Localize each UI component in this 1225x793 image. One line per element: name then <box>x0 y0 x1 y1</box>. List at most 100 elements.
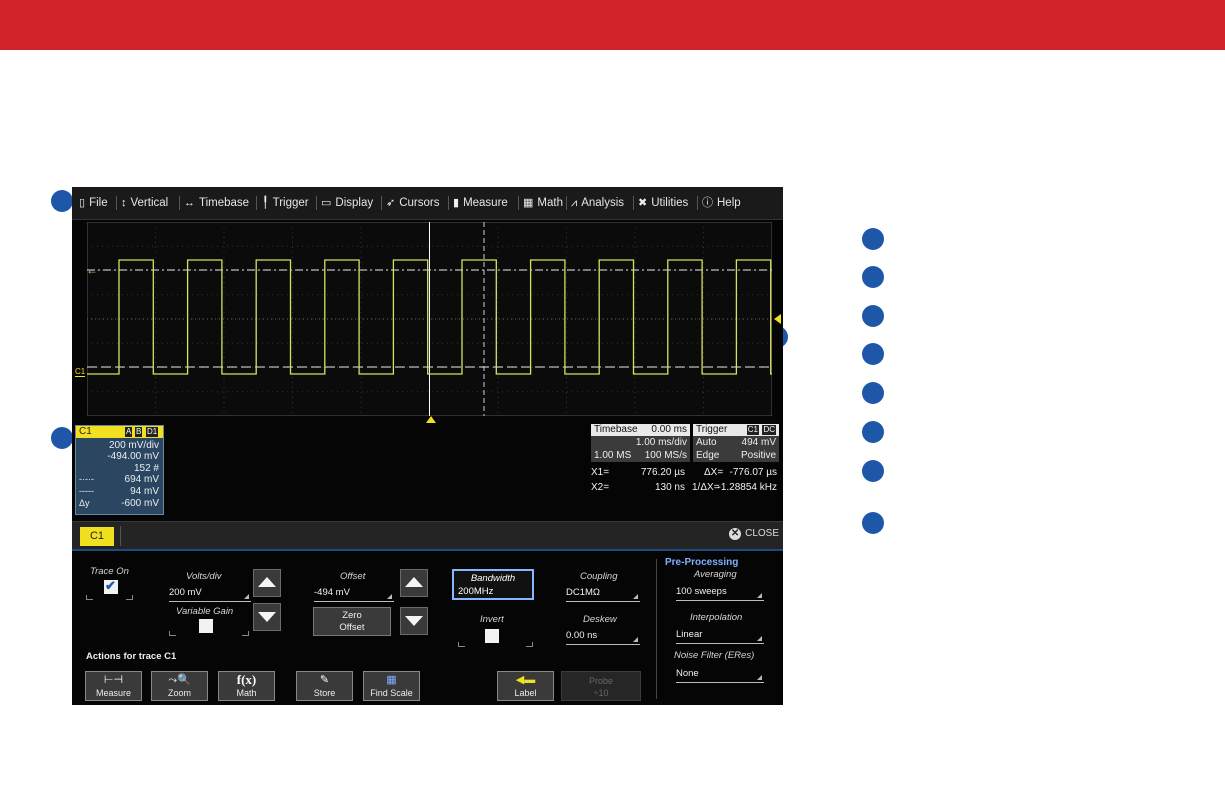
zoom-action-button[interactable]: ⤳🔍 Zoom <box>151 671 208 701</box>
sweeps-readout: 152 # <box>133 463 159 474</box>
noise-filter-field[interactable]: None <box>676 667 764 683</box>
menu-measure[interactable]: ▮ Measure <box>453 187 508 219</box>
store-action-button[interactable]: ✎ Store <box>296 671 353 701</box>
trigger-mode: Auto <box>696 437 717 448</box>
trigger-title: Trigger <box>696 424 728 435</box>
channel-descriptor-box[interactable]: C1 A B D1 200 mV/div -494.00 mV 152 # -·… <box>75 425 164 515</box>
arrow-down-icon <box>405 616 423 626</box>
timebase-samples: 1.00 MS <box>594 450 632 461</box>
delta-label: Δy <box>79 498 90 508</box>
oscilloscope-screen: ▯ File ↕ Vertical ↔ Timebase ╿ Trigger ▭ Disp… <box>72 187 783 705</box>
tools-icon: ✖ <box>638 197 648 209</box>
close-button[interactable]: ✕ CLOSE <box>729 528 779 540</box>
menu-file[interactable]: ▯ File <box>79 187 108 219</box>
math-action-button[interactable]: f(x) Math <box>218 671 275 701</box>
averaging-field[interactable]: 100 sweeps <box>676 585 764 601</box>
averaging-label: Averaging <box>694 569 737 580</box>
menu-timebase[interactable]: ↔ Timebase <box>184 187 249 219</box>
arrow-down-icon <box>258 612 276 622</box>
menu-display[interactable]: ▭ Display <box>321 187 373 219</box>
timebase-descriptor[interactable]: Timebase 0.00 ms 1.00 ms/div 1.00 MS 100… <box>591 424 690 464</box>
cursor-readout-row-2: X2= 130 ns 1/ΔX= -1.28854 kHz <box>591 481 779 495</box>
menu-utilities[interactable]: ✖ Utilities <box>638 187 688 219</box>
chart-icon: ⩘ <box>571 197 578 209</box>
label-button[interactable]: ◀▬ Label <box>497 671 554 701</box>
zero-offset-button[interactable]: Zero Offset <box>313 607 391 636</box>
bandwidth-label: Bandwidth <box>470 573 516 584</box>
coupling-field[interactable]: DC1MΩ <box>566 586 640 602</box>
channel-name: C1 <box>79 426 92 437</box>
menu-trigger[interactable]: ╿ Trigger <box>262 187 309 219</box>
header-banner <box>0 0 1225 50</box>
offset-up-button[interactable] <box>400 569 428 597</box>
actions-title: Actions for trace C1 <box>86 651 177 662</box>
trace-on-label: Trace On <box>90 566 129 577</box>
timebase-time-div: 1.00 ms/div <box>591 436 690 449</box>
inverse-dx-label: 1/ΔX= <box>692 482 720 493</box>
badge-b: B <box>135 427 143 437</box>
coupling-label: Coupling <box>580 571 618 582</box>
inverse-dx-value: -1.28854 kHz <box>717 482 777 493</box>
cursor1-readout: 694 mV <box>124 474 159 485</box>
info-icon: ⓘ <box>702 197 713 209</box>
volts-div-label: Volts/div <box>186 571 222 582</box>
bandwidth-field[interactable]: Bandwidth 200MHz <box>452 569 534 600</box>
trigger-flag-icon: ╿ <box>262 197 269 209</box>
legend-marker <box>862 382 884 404</box>
trigger-descriptor[interactable]: Trigger C1 DC Auto 494 mV Edge Positive <box>693 424 779 464</box>
x2-label: X2= <box>591 482 610 493</box>
dx-label: ΔX= <box>704 467 724 478</box>
trigger-level-marker <box>774 314 781 324</box>
menu-cursors[interactable]: ➶ Cursors <box>386 187 439 219</box>
invert-checkbox[interactable] <box>485 629 499 643</box>
menu-math[interactable]: ▦ Math <box>523 187 563 219</box>
tab-divider <box>120 526 121 546</box>
legend-marker <box>862 343 884 365</box>
volts-div-field[interactable]: 200 mV <box>169 586 251 602</box>
callout-marker <box>51 427 73 449</box>
tab-c1[interactable]: C1 <box>80 527 114 546</box>
cursor1-line-sample: -·-·- <box>79 474 94 484</box>
menu-analysis[interactable]: ⩘ Analysis <box>571 187 624 219</box>
noise-filter-label: Noise Filter (ERes) <box>674 650 755 661</box>
timebase-title: Timebase <box>594 424 638 435</box>
offset-field[interactable]: -494 mV <box>314 586 394 602</box>
channel-setup-panel: Trace On ✔ Volts/div 200 mV Variable Gai… <box>72 549 783 705</box>
legend-marker <box>862 460 884 482</box>
offset-label: Offset <box>340 571 366 582</box>
legend-marker <box>862 305 884 327</box>
checkmark-icon: ✔ <box>105 578 116 593</box>
interpolation-label: Interpolation <box>690 612 743 623</box>
offset-down-button[interactable] <box>400 607 428 635</box>
volts-div-down-button[interactable] <box>253 603 281 631</box>
trigger-time-marker <box>426 416 436 423</box>
calculator-icon: ▦ <box>523 197 534 209</box>
find-scale-icon: ▦ <box>386 674 397 686</box>
x1-label: X1= <box>591 467 610 478</box>
cursor2-readout: 94 mV <box>130 486 159 497</box>
menu-help[interactable]: ⓘ Help <box>702 187 741 219</box>
dialog-tab-bar: C1 ✕ CLOSE <box>72 521 783 550</box>
measure-action-button[interactable]: ⊢⊣ Measure <box>85 671 142 701</box>
menu-vertical[interactable]: ↕ Vertical <box>121 187 168 219</box>
menu-bar: ▯ File ↕ Vertical ↔ Timebase ╿ Trigger ▭ Disp… <box>72 187 783 220</box>
deskew-field[interactable]: 0.00 ns <box>566 629 640 645</box>
find-scale-action-button[interactable]: ▦ Find Scale <box>363 671 420 701</box>
math-function-icon: f(x) <box>236 672 257 687</box>
offset-readout: -494.00 mV <box>107 451 159 462</box>
horizontal-arrows-icon: ↔ <box>184 197 195 209</box>
cursor2-line-sample: ----- <box>79 486 94 496</box>
trace-on-checkbox[interactable]: ✔ <box>104 578 118 594</box>
x2-value: 130 ns <box>654 482 685 493</box>
measure-icon: ▮ <box>453 197 460 209</box>
deskew-label: Deskew <box>583 614 617 625</box>
preprocessing-title: Pre-Processing <box>665 557 739 568</box>
legend-marker <box>862 266 884 288</box>
callout-marker <box>51 190 73 212</box>
badge-d1: D1 <box>146 427 159 437</box>
measure-icon: ⊢⊣ <box>103 674 124 686</box>
variable-gain-checkbox[interactable] <box>199 619 213 633</box>
bandwidth-value: 200MHz <box>458 586 494 597</box>
volts-div-up-button[interactable] <box>253 569 281 597</box>
interpolation-field[interactable]: Linear <box>676 628 764 644</box>
